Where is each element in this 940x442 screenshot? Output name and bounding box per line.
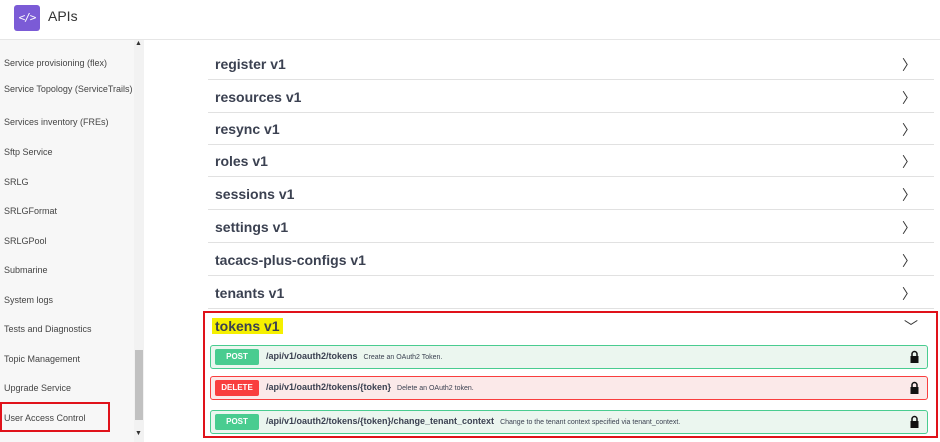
operation-delete-token[interactable]: DELETE /api/v1/oauth2/tokens/{token} Dele… xyxy=(210,376,928,400)
chevron-right-icon: 〉 xyxy=(902,220,916,236)
sidebar-item-service-topology[interactable]: Service Topology (ServiceTrails) xyxy=(0,84,134,94)
lock-icon[interactable] xyxy=(910,350,919,364)
sidebar-item-service-provisioning[interactable]: Service provisioning (flex) xyxy=(0,58,134,68)
sidebar-item-tests-diagnostics[interactable]: Tests and Diagnostics xyxy=(0,324,134,334)
api-section-title: settings v1 xyxy=(215,219,289,235)
operation-description: Delete an OAuth2 token. xyxy=(397,385,474,392)
api-section-title: resources v1 xyxy=(215,89,302,105)
sidebar: Service provisioning (flex) Service Topo… xyxy=(0,40,144,442)
api-section-register[interactable]: register v1 〉 xyxy=(208,48,934,80)
operation-post-change-tenant-context[interactable]: POST /api/v1/oauth2/tokens/{token}/chang… xyxy=(210,410,928,434)
method-badge: POST xyxy=(215,349,259,365)
sidebar-scrollbar[interactable]: ▲ ▼ xyxy=(134,40,144,442)
app-header: </> APIs xyxy=(0,0,940,40)
api-section-title: tenants v1 xyxy=(215,285,285,301)
scroll-thumb[interactable] xyxy=(135,350,143,420)
api-logo-icon: </> xyxy=(14,5,40,31)
sidebar-item-srlg[interactable]: SRLG xyxy=(0,177,134,187)
sidebar-item-topic-management[interactable]: Topic Management xyxy=(0,354,134,364)
chevron-right-icon: 〉 xyxy=(902,253,916,269)
chevron-right-icon: 〉 xyxy=(902,122,916,138)
operation-description: Change to the tenant context specified v… xyxy=(500,419,681,426)
user-access-control-highlight xyxy=(0,402,110,432)
operation-description: Create an OAuth2 Token. xyxy=(363,354,443,361)
method-badge: POST xyxy=(215,414,259,430)
api-section-title: tacacs-plus-configs v1 xyxy=(215,252,366,268)
api-section-tokens: tokens v1 ﹀ POST /api/v1/oauth2/tokens Cr… xyxy=(203,311,938,438)
chevron-right-icon: 〉 xyxy=(902,90,916,106)
api-section-title: resync v1 xyxy=(215,121,280,137)
chevron-right-icon: 〉 xyxy=(902,286,916,302)
chevron-right-icon: 〉 xyxy=(902,154,916,170)
app-title: APIs xyxy=(48,8,78,24)
sidebar-item-upgrade-service[interactable]: Upgrade Service xyxy=(0,383,134,393)
api-section-resync[interactable]: resync v1 〉 xyxy=(208,113,934,145)
api-section-title[interactable]: tokens v1 xyxy=(212,318,283,334)
operation-path: /api/v1/oauth2/tokens Create an OAuth2 To… xyxy=(266,351,443,361)
chevron-right-icon: 〉 xyxy=(902,57,916,73)
api-section-title: sessions v1 xyxy=(215,186,295,202)
scroll-down-arrow-icon[interactable]: ▼ xyxy=(135,430,142,437)
api-section-tacacs-plus-configs[interactable]: tacacs-plus-configs v1 〉 xyxy=(208,244,934,276)
sidebar-item-sftp-service[interactable]: Sftp Service xyxy=(0,147,134,157)
operation-path: /api/v1/oauth2/tokens/{token}/change_ten… xyxy=(266,416,681,426)
sidebar-item-srlgpool[interactable]: SRLGPool xyxy=(0,236,134,246)
api-section-title: roles v1 xyxy=(215,153,268,169)
api-section-tenants[interactable]: tenants v1 〉 xyxy=(208,277,934,309)
lock-icon[interactable] xyxy=(910,381,919,395)
sidebar-item-submarine[interactable]: Submarine xyxy=(0,265,134,275)
sidebar-item-srlgformat[interactable]: SRLGFormat xyxy=(0,206,134,216)
operation-post-tokens[interactable]: POST /api/v1/oauth2/tokens Create an OAut… xyxy=(210,345,928,369)
method-badge: DELETE xyxy=(215,380,259,396)
scroll-up-arrow-icon[interactable]: ▲ xyxy=(135,40,142,47)
sidebar-item-services-inventory[interactable]: Services inventory (FREs) xyxy=(0,117,134,127)
operation-path: /api/v1/oauth2/tokens/{token} Delete an O… xyxy=(266,382,474,392)
api-section-title: register v1 xyxy=(215,56,286,72)
api-section-resources[interactable]: resources v1 〉 xyxy=(208,81,934,113)
api-section-sessions[interactable]: sessions v1 〉 xyxy=(208,178,934,210)
chevron-right-icon: 〉 xyxy=(902,187,916,203)
chevron-down-icon[interactable]: ﹀ xyxy=(904,317,918,337)
api-section-settings[interactable]: settings v1 〉 xyxy=(208,211,934,243)
sidebar-item-system-logs[interactable]: System logs xyxy=(0,295,134,305)
api-section-roles[interactable]: roles v1 〉 xyxy=(208,145,934,177)
lock-icon[interactable] xyxy=(910,415,919,429)
